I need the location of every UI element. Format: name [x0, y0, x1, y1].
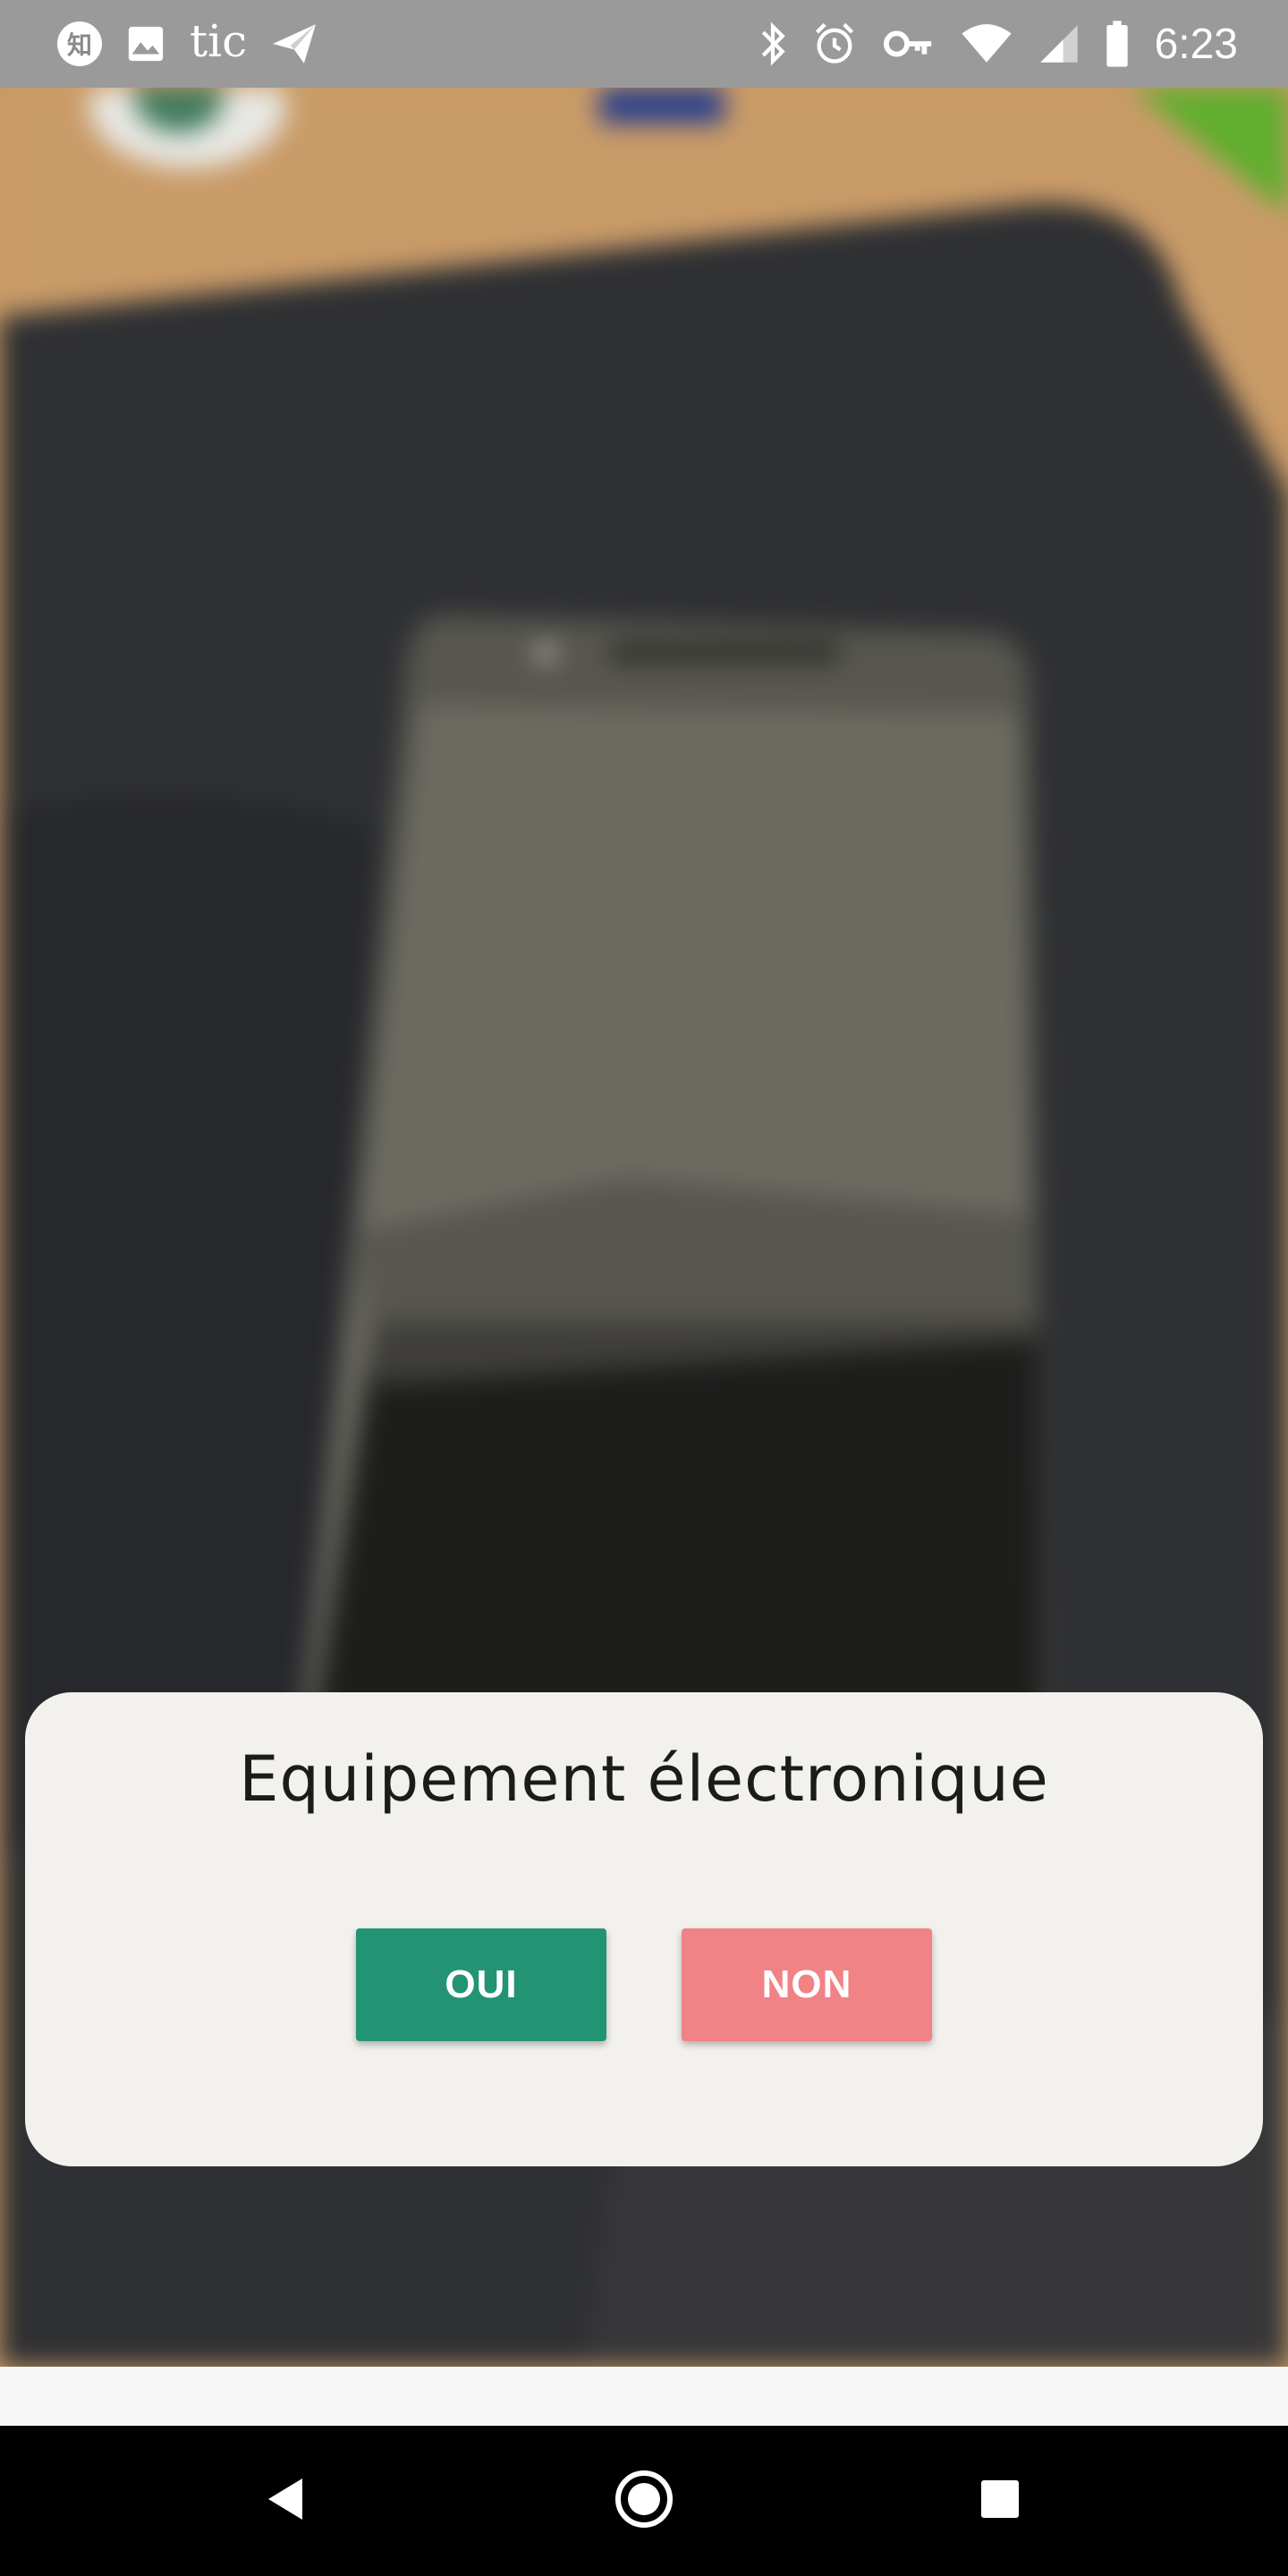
non-button[interactable]: NON: [682, 1928, 932, 2041]
send-icon: [270, 22, 318, 65]
image-icon: [125, 23, 166, 64]
tic-app-icon: tic: [190, 15, 248, 67]
status-bar-notifications: 知 tic: [57, 0, 318, 88]
nav-home-button[interactable]: [572, 2426, 716, 2576]
dialog-title: Equipement électronique: [239, 1742, 1049, 1816]
zhihu-icon: 知: [57, 21, 102, 66]
vpn-key-icon: [883, 26, 935, 62]
status-bar-system: 6:23: [759, 0, 1238, 88]
battery-icon: [1105, 21, 1130, 67]
alarm-icon: [811, 21, 858, 67]
cell-signal-icon: [1038, 23, 1080, 64]
bottom-strip: [0, 2367, 1288, 2426]
recents-icon: [980, 2479, 1020, 2522]
home-icon: [614, 2470, 674, 2532]
nav-back-button[interactable]: [215, 2426, 358, 2576]
bluetooth-icon: [759, 21, 786, 67]
navigation-bar: [0, 2426, 1288, 2576]
back-icon: [267, 2477, 306, 2525]
screen: 知 tic 6:23 Equipement électronique OUI N…: [0, 0, 1288, 2576]
status-bar: 知 tic 6:23: [0, 0, 1288, 88]
nav-recents-button[interactable]: [928, 2426, 1072, 2576]
wifi-icon: [960, 23, 1013, 64]
status-bar-time: 6:23: [1154, 20, 1238, 68]
confirmation-dialog: Equipement électronique OUI NON: [25, 1692, 1263, 2166]
oui-button[interactable]: OUI: [356, 1928, 606, 2041]
